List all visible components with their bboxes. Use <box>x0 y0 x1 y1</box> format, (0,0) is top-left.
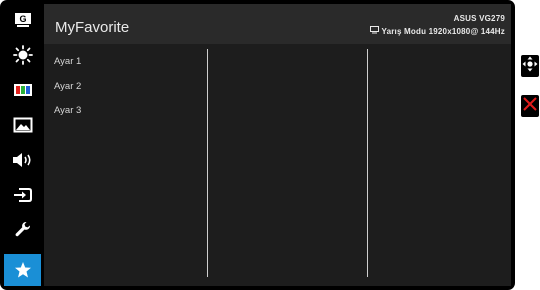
sidebar: G <box>4 4 41 286</box>
close-x-icon <box>522 96 538 117</box>
mode-info: Yarış Modu 1920x1080@ 144Hz <box>369 26 506 36</box>
close-control[interactable] <box>521 95 539 117</box>
sidebar-item-sound[interactable] <box>4 146 41 174</box>
sidebar-item-brightness[interactable] <box>4 41 41 69</box>
input-select-icon <box>13 187 33 203</box>
monitor-model: ASUS VG279 <box>453 14 505 23</box>
column-divider <box>367 49 368 277</box>
joystick-navigate-icon <box>522 56 538 77</box>
favorite-star-icon <box>14 261 32 279</box>
system-setup-wrench-icon <box>14 221 32 239</box>
joystick-control[interactable] <box>521 55 539 77</box>
sidebar-item-myfavorite[interactable] <box>4 254 41 286</box>
menu-item-ayar-3[interactable]: Ayar 3 <box>54 105 81 116</box>
menu-item-ayar-1[interactable]: Ayar 1 <box>54 56 81 67</box>
panel-header: MyFavorite ASUS VG279 Yarış Modu 1920x10… <box>44 4 511 44</box>
brightness-sun-icon <box>12 45 33 65</box>
svg-text:G: G <box>19 14 26 24</box>
sidebar-item-input-select[interactable] <box>4 181 41 209</box>
sidebar-item-gamevisual[interactable]: G <box>4 6 41 34</box>
osd-window: G MyFavorite ASUS VG279 Yarış Modu 1920x… <box>0 0 515 290</box>
sound-speaker-icon <box>12 152 34 168</box>
menu-item-ayar-2[interactable]: Ayar 2 <box>54 81 81 92</box>
column-divider <box>207 49 208 277</box>
page-title: MyFavorite <box>55 19 130 36</box>
mode-info-text: Yarış Modu 1920x1080@ 144Hz <box>381 26 505 36</box>
sidebar-item-system-setup[interactable] <box>4 216 41 244</box>
sidebar-item-image[interactable] <box>4 111 41 139</box>
sidebar-item-color[interactable] <box>4 76 41 104</box>
color-bars-icon <box>13 83 33 97</box>
monitor-icon <box>369 26 379 36</box>
main-panel: MyFavorite ASUS VG279 Yarış Modu 1920x10… <box>44 4 511 286</box>
image-icon <box>13 117 33 133</box>
gamevisual-g-icon: G <box>14 12 32 28</box>
